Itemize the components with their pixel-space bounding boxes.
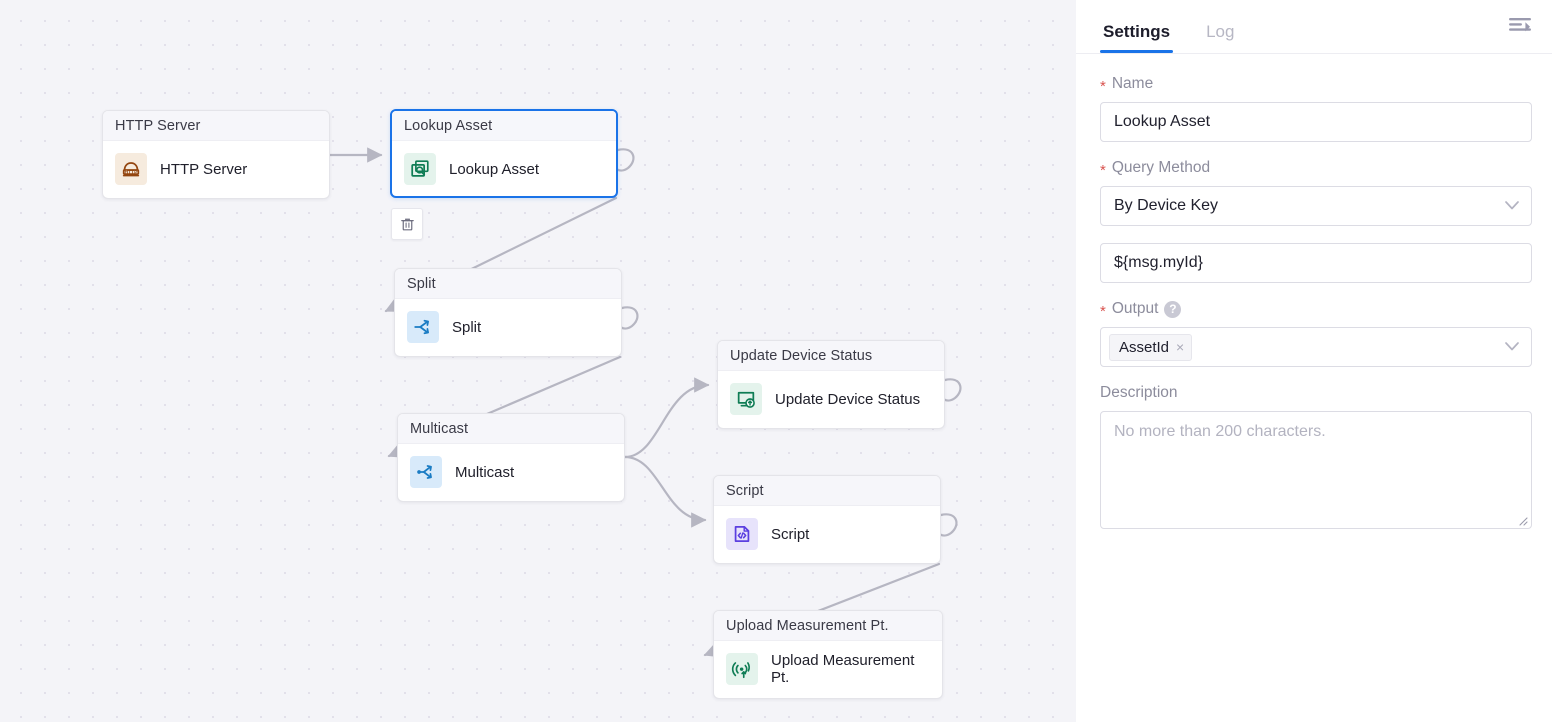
resize-grip-icon[interactable]: [1516, 513, 1528, 525]
field-query-value: ${msg.myId}: [1100, 243, 1532, 283]
close-icon[interactable]: ×: [1176, 340, 1184, 354]
field-query-method-label: * Query Method: [1100, 159, 1532, 177]
workflow-editor: HTTP Server HTTP HTTP Server Lookup Asse…: [0, 0, 1552, 722]
node-header: Split: [395, 269, 621, 299]
trash-icon: [399, 216, 416, 233]
field-description-label: Description: [1100, 384, 1532, 402]
required-asterisk: *: [1100, 304, 1106, 319]
lookup-asset-icon: [404, 153, 436, 185]
query-value-text: ${msg.myId}: [1114, 254, 1203, 272]
chevron-down-icon: [1505, 338, 1519, 356]
node-header: Multicast: [398, 414, 624, 444]
panel-tabbar: Settings Log: [1076, 0, 1552, 54]
node-multicast[interactable]: Multicast Multicast: [397, 413, 625, 502]
tab-settings[interactable]: Settings: [1100, 23, 1173, 53]
field-description-label-text: Description: [1100, 384, 1178, 402]
node-label: Update Device Status: [775, 391, 920, 408]
node-body: Split: [395, 299, 621, 355]
field-output: * Output ? AssetId ×: [1100, 300, 1532, 367]
node-script[interactable]: Script Script: [713, 475, 941, 564]
settings-panel: Settings Log * Name: [1076, 0, 1552, 722]
node-header: Upload Measurement Pt.: [714, 611, 942, 641]
collapse-panel-button[interactable]: [1506, 12, 1534, 40]
field-output-label-text: Output: [1112, 300, 1159, 318]
node-body: Lookup Asset: [392, 141, 616, 197]
field-query-method: * Query Method By Device Key: [1100, 159, 1532, 226]
http-server-icon: HTTP: [115, 153, 147, 185]
node-body: Upload Measurement Pt.: [714, 641, 942, 697]
node-upload-measurement-pt[interactable]: Upload Measurement Pt. Upload Measuremen…: [713, 610, 943, 699]
field-name-label-text: Name: [1112, 75, 1153, 93]
node-http-server[interactable]: HTTP Server HTTP HTTP Server: [102, 110, 330, 199]
node-label: Split: [452, 319, 481, 336]
node-split[interactable]: Split Split: [394, 268, 622, 357]
node-label: Lookup Asset: [449, 161, 539, 178]
tab-log[interactable]: Log: [1203, 23, 1237, 53]
node-header-label: Lookup Asset: [404, 118, 492, 134]
node-lookup-asset[interactable]: Lookup Asset Lookup Asset: [390, 109, 618, 198]
query-method-value: By Device Key: [1114, 197, 1218, 215]
tab-log-label: Log: [1206, 22, 1234, 41]
multicast-icon: [410, 456, 442, 488]
output-tag-assetid[interactable]: AssetId ×: [1109, 334, 1192, 361]
node-label: Script: [771, 526, 809, 543]
tab-settings-label: Settings: [1103, 22, 1170, 41]
upload-measurement-icon: [726, 653, 758, 685]
node-label: HTTP Server: [160, 161, 247, 178]
node-body: Script: [714, 506, 940, 562]
question-mark-icon[interactable]: ?: [1164, 301, 1181, 318]
node-header-label: Multicast: [410, 421, 468, 437]
node-label: Multicast: [455, 464, 514, 481]
collapse-panel-icon: [1509, 17, 1531, 36]
node-header-label: Script: [726, 483, 764, 499]
node-header: HTTP Server: [103, 111, 329, 141]
query-value-input[interactable]: ${msg.myId}: [1100, 243, 1532, 283]
output-multiselect[interactable]: AssetId ×: [1100, 327, 1532, 367]
description-placeholder: No more than 200 characters.: [1114, 423, 1326, 440]
settings-form: * Name Lookup Asset * Query Method By De…: [1076, 54, 1552, 529]
node-header-label: Upload Measurement Pt.: [726, 618, 889, 634]
split-icon: [407, 311, 439, 343]
field-query-method-label-text: Query Method: [1112, 159, 1210, 177]
node-body: Update Device Status: [718, 371, 944, 427]
node-body: HTTP HTTP Server: [103, 141, 329, 197]
delete-node-button[interactable]: [391, 208, 423, 240]
script-icon: [726, 518, 758, 550]
node-header: Update Device Status: [718, 341, 944, 371]
node-header-label: HTTP Server: [115, 118, 200, 134]
node-header-label: Update Device Status: [730, 348, 872, 364]
query-method-select[interactable]: By Device Key: [1100, 186, 1532, 226]
name-input-value: Lookup Asset: [1114, 113, 1210, 131]
node-header: Script: [714, 476, 940, 506]
node-label: Upload Measurement Pt.: [771, 652, 930, 686]
svg-text:HTTP: HTTP: [125, 170, 139, 176]
flow-canvas[interactable]: HTTP Server HTTP HTTP Server Lookup Asse…: [0, 0, 1076, 722]
node-header-label: Split: [407, 276, 436, 292]
field-name-label: * Name: [1100, 75, 1532, 93]
output-tag-label: AssetId: [1119, 339, 1169, 356]
description-textarea[interactable]: No more than 200 characters.: [1100, 411, 1532, 529]
node-body: Multicast: [398, 444, 624, 500]
required-asterisk: *: [1100, 79, 1106, 94]
node-update-device-status[interactable]: Update Device Status Update Device Statu…: [717, 340, 945, 429]
chevron-down-icon: [1505, 197, 1519, 215]
field-output-label: * Output ?: [1100, 300, 1532, 318]
update-device-status-icon: [730, 383, 762, 415]
required-asterisk: *: [1100, 163, 1106, 178]
field-name: * Name Lookup Asset: [1100, 75, 1532, 142]
node-header: Lookup Asset: [392, 111, 616, 141]
field-description: Description No more than 200 characters.: [1100, 384, 1532, 529]
name-input[interactable]: Lookup Asset: [1100, 102, 1532, 142]
